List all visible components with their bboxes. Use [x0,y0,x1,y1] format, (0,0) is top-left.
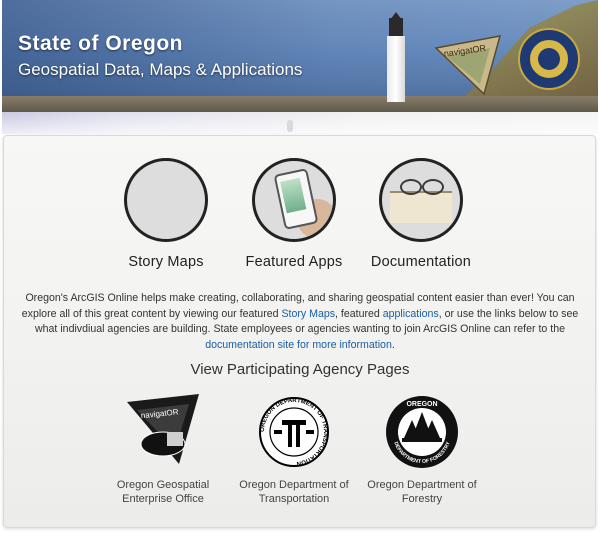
agency-name-geo-line2[interactable]: Enterprise Office [122,493,204,505]
banner-ground [2,96,598,112]
agency-odot[interactable]: OREGON DEPARTMENT OF TRANSPORTATION Oreg… [224,392,364,506]
agency-name-odot-line1[interactable]: Oregon Department of [239,479,348,491]
agency-forestry[interactable]: OREGON DEPARTMENT OF FORESTRY Oregon Dep… [352,392,492,506]
books-icon[interactable] [124,158,208,242]
agency-name-forestry-line2[interactable]: Forestry [402,493,442,505]
feature-label-story-maps[interactable]: Story Maps [106,254,226,270]
applications-link[interactable]: applications [383,308,439,320]
forestry-logo-text-top: OREGON [406,401,437,408]
intro-text-4: . [391,338,395,351]
agency-name-geo-line1[interactable]: Oregon Geospatial [117,479,209,491]
agency-geo[interactable]: navigatOR Oregon Geospatial Enterprise O… [93,392,233,506]
agency-name-odot-line2[interactable]: Transportation [259,493,330,505]
agency-name-forestry[interactable]: Oregon Department of Forestry [352,479,492,506]
banner-strip [2,112,598,134]
open-book-glasses-icon[interactable] [379,158,463,242]
story-maps-link[interactable]: Story Maps [281,308,335,320]
feature-documentation[interactable]: Documentation [361,158,481,270]
navigator-agency-logo[interactable]: navigatOR [123,392,203,468]
page-subtitle: Geospatial Data, Maps & Applications [18,60,303,79]
documentation-link[interactable]: documentation site for more information [205,339,392,351]
agency-name-odot[interactable]: Oregon Department of Transportation [224,479,364,506]
forestry-logo[interactable]: OREGON DEPARTMENT OF FORESTRY [382,392,462,468]
seal-ring [528,38,570,80]
oregon-seal [518,28,580,90]
phone-map-icon[interactable] [252,158,336,242]
odot-logo[interactable]: OREGON DEPARTMENT OF TRANSPORTATION [254,392,334,468]
feature-label-documentation[interactable]: Documentation [361,254,481,270]
agency-name-geo[interactable]: Oregon Geospatial Enterprise Office [93,479,233,506]
agency-pages-heading: View Participating Agency Pages [190,361,410,378]
header-banner: State of Oregon Geospatial Data, Maps & … [2,0,598,112]
feature-story-maps[interactable]: Story Maps [106,158,226,270]
feature-label-featured-apps[interactable]: Featured Apps [234,254,354,270]
lighthouse-image [385,12,407,102]
intro-text-2: , featured [335,307,383,320]
agency-name-forestry-line1[interactable]: Oregon Department of [367,479,476,491]
intro-paragraph: Oregon's ArcGIS Online helps make creati… [14,291,586,353]
navigator-logo[interactable]: navigatOR [434,34,504,96]
page-title: State of Oregon [18,32,184,55]
scroll-pin-icon [287,120,293,132]
feature-featured-apps[interactable]: Featured Apps [234,158,354,270]
